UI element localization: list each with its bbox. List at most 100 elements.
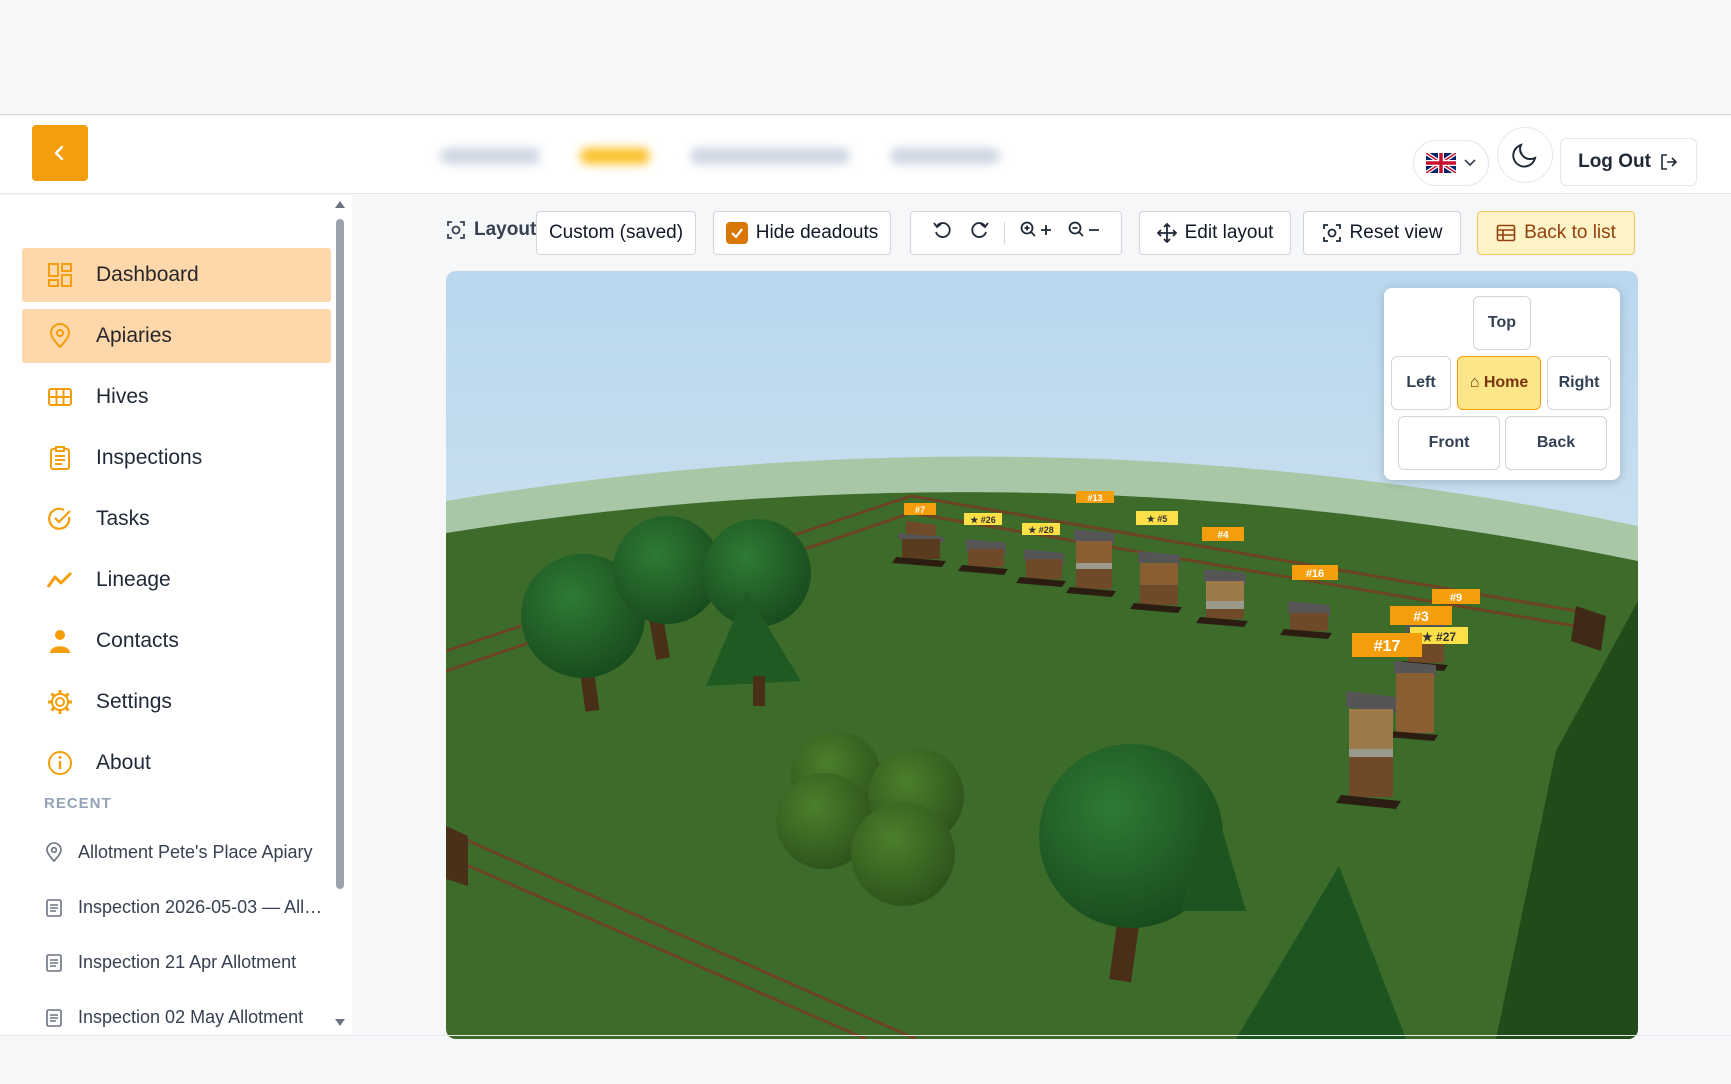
rotate-left-icon[interactable] <box>932 219 954 247</box>
hive-tag: #13 <box>1087 493 1102 503</box>
app-header: Log Out <box>0 116 1731 194</box>
hide-deadouts-label: Hide deadouts <box>755 222 879 243</box>
hive-tag: ★ #26 <box>970 515 996 525</box>
recent-item-label: Inspection 21 Apr Allotment <box>78 951 297 972</box>
view-top-label: Top <box>1487 314 1517 331</box>
scroll-thumb[interactable] <box>336 219 344 889</box>
view-left-button[interactable]: Left <box>1391 356 1451 410</box>
nav-tabs-blurred <box>440 138 1120 174</box>
layout-label-text: Layout <box>474 219 537 240</box>
hive-tag: ★ #27 <box>1422 630 1456 644</box>
view-home-label: ⌂ Home <box>1469 374 1529 391</box>
theme-toggle-button[interactable] <box>1497 127 1553 183</box>
view-controls-group <box>910 211 1122 255</box>
recent-item-label: Allotment Pete's Place Apiary <box>78 841 313 862</box>
toolbar-divider <box>1003 222 1005 244</box>
reset-view-button[interactable]: Reset view <box>1303 211 1461 255</box>
edit-layout-button[interactable]: Edit layout <box>1139 211 1291 255</box>
sidebar-item-lineage[interactable]: Lineage <box>22 553 331 607</box>
layout-select-value: Custom (saved) <box>548 222 684 243</box>
collapse-sidebar-button[interactable] <box>32 125 88 181</box>
rotate-right-icon[interactable] <box>968 219 990 247</box>
map-pin-icon <box>46 322 74 350</box>
camera-view-pad: Top Left ⌂ Home Right Front Back <box>1384 288 1620 480</box>
logout-button[interactable]: Log Out <box>1560 138 1697 186</box>
sidebar-item-about[interactable]: About <box>22 736 331 790</box>
recent-item-label: Inspection 02 May Allotment <box>78 1006 304 1027</box>
zoom-out-icon[interactable] <box>1067 220 1101 246</box>
chevron-left-icon <box>54 145 64 161</box>
recent-item[interactable]: Allotment Pete's Place Apiary <box>44 837 324 867</box>
sidebar-item-label: Lineage <box>96 568 171 591</box>
sidebar-item-inspections[interactable]: Inspections <box>22 431 331 485</box>
trend-icon <box>46 566 74 594</box>
chevron-down-icon <box>1464 159 1476 167</box>
zoom-in-icon[interactable] <box>1019 220 1053 246</box>
view-front-label: Front <box>1428 434 1470 451</box>
recent-item[interactable]: Inspection 21 Apr Allotment <box>44 947 324 977</box>
view-right-label: Right <box>1558 374 1600 391</box>
table-icon <box>1496 224 1516 242</box>
logout-icon <box>1661 154 1677 170</box>
recent-item[interactable]: Inspection 02 May Allotment <box>44 1002 324 1032</box>
hive-tag: #4 <box>1217 530 1229 541</box>
footer-divider <box>0 1035 1731 1036</box>
sidebar-item-settings[interactable]: Settings <box>22 675 331 729</box>
grid-icon <box>46 383 74 411</box>
sidebar-item-label: Settings <box>96 690 172 713</box>
scroll-up-arrow[interactable] <box>335 201 345 208</box>
view-home-button[interactable]: ⌂ Home <box>1457 356 1541 410</box>
person-icon <box>46 627 74 655</box>
language-selector[interactable] <box>1413 140 1489 186</box>
sidebar-item-label: Tasks <box>96 507 150 530</box>
clipboard-icon <box>46 444 74 472</box>
reset-view-label: Reset view <box>1349 222 1443 243</box>
view-back-button[interactable]: Back <box>1505 416 1607 470</box>
sidebar-item-label: Contacts <box>96 629 179 652</box>
fence-post <box>446 826 468 886</box>
edit-layout-label: Edit layout <box>1184 222 1274 243</box>
sidebar-item-hives[interactable]: Hives <box>22 370 331 424</box>
gear-icon <box>46 688 74 716</box>
scroll-down-arrow[interactable] <box>335 1019 345 1026</box>
view-front-button[interactable]: Front <box>1398 416 1500 470</box>
layout-label: Layout <box>446 219 536 241</box>
sidebar-item-label: Apiaries <box>96 324 172 347</box>
clipboard-icon <box>46 954 62 972</box>
back-to-list-label: Back to list <box>1524 222 1616 243</box>
map-pin-icon <box>46 842 62 862</box>
layout-select[interactable]: Custom (saved) <box>536 211 696 255</box>
hide-deadouts-toggle[interactable]: Hide deadouts <box>713 211 891 255</box>
recent-item[interactable]: Inspection 2026-05-03 — Allotment <box>44 892 324 922</box>
recent-item-label: Inspection 2026-05-03 — Allotment <box>78 896 323 917</box>
sidebar-item-apiaries[interactable]: Apiaries <box>22 309 331 363</box>
uk-flag-icon <box>1426 153 1456 173</box>
check-circle-icon <box>46 505 74 533</box>
clipboard-icon <box>46 1009 62 1027</box>
hive-tag: #16 <box>1306 568 1324 580</box>
view-right-button[interactable]: Right <box>1547 356 1611 410</box>
info-icon <box>46 749 74 777</box>
layout-toolbar: Layout Custom (saved) Hide deadouts Edit… <box>440 211 1640 255</box>
hive-tag: ★ #5 <box>1147 514 1168 524</box>
layout-view-icon <box>447 221 465 239</box>
sidebar-item-tasks[interactable]: Tasks <box>22 492 331 546</box>
sidebar-scrollbar[interactable] <box>332 195 348 1035</box>
moon-icon <box>1512 143 1537 168</box>
sidebar-item-label: Inspections <box>96 446 203 469</box>
sidebar-item-label: Dashboard <box>96 263 199 286</box>
sidebar-item-label: About <box>96 751 151 774</box>
checkbox-checked-icon[interactable] <box>725 222 748 244</box>
focus-icon <box>1322 224 1341 242</box>
sidebar-item-dashboard[interactable]: Dashboard <box>22 248 331 302</box>
back-to-list-button[interactable]: Back to list <box>1477 211 1635 255</box>
view-top-button[interactable]: Top <box>1473 296 1531 350</box>
sidebar: Dashboard Apiaries Hives Inspections Tas… <box>0 195 352 1035</box>
sidebar-item-label: Hives <box>96 385 149 408</box>
hive-tag: #9 <box>1450 592 1462 604</box>
hive-tag: ★ #28 <box>1028 525 1054 535</box>
logout-label: Log Out <box>1578 151 1651 172</box>
hive-tag: #17 <box>1374 638 1401 655</box>
sidebar-item-contacts[interactable]: Contacts <box>22 614 331 668</box>
clipboard-icon <box>46 899 62 917</box>
